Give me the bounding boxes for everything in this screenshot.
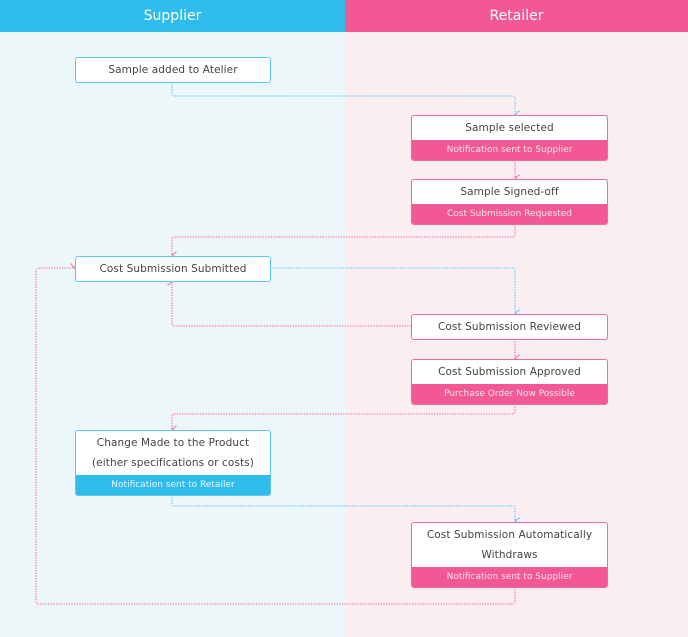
- retailer-lane-header: Retailer: [345, 0, 688, 32]
- step-note: Notification sent to Supplier: [412, 140, 607, 160]
- step-title-line1: Cost Submission Automatically: [426, 529, 593, 541]
- step-title-line2: Withdraws: [481, 549, 538, 561]
- step-title: Sample Signed-off: [460, 186, 559, 198]
- step-title: Cost Submission Approved: [438, 366, 581, 378]
- step-sample-added: Sample added to Atelier: [75, 57, 271, 83]
- supplier-lane-header: Supplier: [0, 0, 345, 32]
- step-sample-selected: Sample selected Notification sent to Sup…: [411, 115, 608, 161]
- step-title: Cost Submission Reviewed: [437, 321, 582, 333]
- supplier-lane: Supplier: [0, 0, 345, 637]
- step-change-made: Change Made to the Product (either speci…: [75, 430, 271, 496]
- step-note: Notification sent to Retailer: [76, 475, 270, 495]
- step-title: Sample added to Atelier: [108, 64, 238, 76]
- step-sample-signed-off: Sample Signed-off Cost Submission Reques…: [411, 179, 608, 225]
- step-auto-withdraw: Cost Submission Automatically Withdraws …: [411, 522, 608, 588]
- step-title: Sample selected: [465, 122, 554, 134]
- step-note: Purchase Order Now Possible: [412, 384, 607, 404]
- step-subtitle: (either specifications or costs): [91, 457, 255, 469]
- step-title: Change Made to the Product: [96, 437, 250, 449]
- step-cost-reviewed: Cost Submission Reviewed: [411, 314, 608, 340]
- step-cost-submitted: Cost Submission Submitted: [75, 256, 271, 282]
- step-note: Cost Submission Requested: [412, 204, 607, 224]
- step-note: Notification sent to Supplier: [412, 567, 607, 587]
- step-cost-approved: Cost Submission Approved Purchase Order …: [411, 359, 608, 405]
- step-title: Cost Submission Submitted: [99, 263, 247, 275]
